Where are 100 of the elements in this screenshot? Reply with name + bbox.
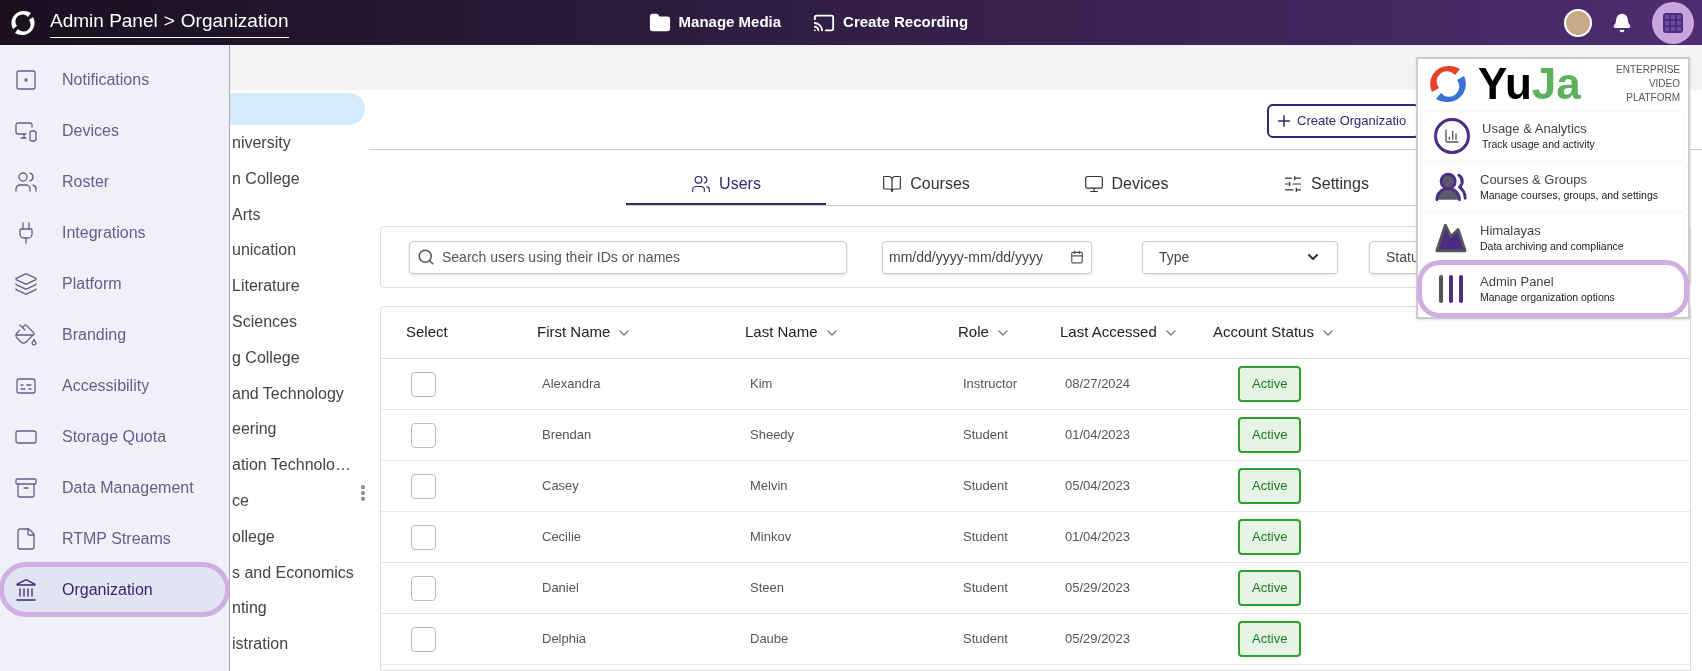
folder-icon [648,11,671,34]
tab[interactable]: Courses [826,165,1026,205]
calendar-icon [1070,249,1084,264]
row-checkbox[interactable] [411,626,436,652]
breadcrumb-link[interactable]: > [163,6,175,36]
menu-item-title: Courses & Groups [1480,172,1588,188]
menu-item-subtitle: Manage organization options [1480,290,1615,304]
tree-item[interactable]: niversity [230,125,369,161]
tree-item[interactable]: ollege [230,518,369,555]
layers-icon [14,271,38,296]
column-header[interactable]: Role [958,321,1060,344]
bell-icon[interactable] [1612,12,1632,33]
breadcrumb-link[interactable]: Organization [180,6,289,36]
table-cell-text: Brendan [542,426,593,445]
column-header[interactable]: First Name [537,321,745,344]
table-cell-text: Delphia [542,630,588,649]
table-cell-text: Student [963,426,1009,445]
sidebar-item[interactable]: Platform [4,261,225,306]
table-cell-text: Alexandra [542,375,602,394]
table-cell-text: Minkov [750,528,793,547]
sidebar-item[interactable]: Branding [4,312,225,357]
tree-item[interactable]: istration [230,626,369,662]
menu-item-title: Himalayas [1480,223,1542,239]
tree-item[interactable]: Literature [230,268,369,304]
column-header[interactable]: Last Name [745,321,958,344]
sidebar-item[interactable]: Integrations [4,210,225,255]
tree-item[interactable]: eering [230,411,369,448]
file-icon [14,526,38,551]
row-checkbox[interactable] [411,371,436,397]
top-action-button[interactable]: Create Recording [813,11,969,34]
tree-item[interactable]: nting [230,590,369,627]
search-field[interactable]: Search users using their IDs or names [409,240,847,274]
archive-icon [14,475,38,500]
tree-item[interactable]: g College [230,339,369,376]
mountain-icon [1434,221,1468,255]
top-action-button[interactable]: Manage Media [648,11,782,34]
row-checkbox[interactable] [411,473,436,499]
column-header[interactable]: Select [406,321,537,344]
table-cell-text: Steen [750,579,785,598]
people-icon [1434,170,1468,204]
app-menu-item[interactable]: Usage & Analytics Track usage and activity [1422,112,1684,160]
app-menu-item[interactable]: Himalayas Data archiving and compliance [1422,214,1684,262]
sidebar-item[interactable]: Notifications [4,57,225,102]
tree-item[interactable]: and Technology [230,375,369,412]
book-icon [882,174,903,194]
table-cell-text: 05/29/2023 [1065,630,1132,649]
menu-item-title: Admin Panel [1480,274,1555,290]
app-menu-item[interactable]: Courses & Groups Manage courses, groups, and settings [1422,163,1684,211]
row-checkbox[interactable] [411,422,436,448]
status-badge: Active [1238,468,1302,504]
plus-icon [1275,112,1293,130]
table-cell-text: Daube [750,630,790,649]
menu-item-title: Usage & Analytics [1482,121,1588,137]
column-header[interactable]: Last Accessed [1060,321,1213,344]
tree-item[interactable]: unication [230,232,369,269]
column-header[interactable]: Account Status [1213,321,1690,344]
tab[interactable]: Devices [1026,165,1226,205]
menu-item-subtitle: Track usage and activity [1482,137,1595,151]
table-cell-text: Melvin [750,477,789,496]
analytics-icon [1434,118,1470,154]
menu-item-subtitle: Manage courses, groups, and settings [1480,188,1659,202]
avatar[interactable] [1564,8,1592,37]
table-cell-text: 08/27/2024 [1065,375,1132,394]
tree-item[interactable]: s and Economics [230,554,369,591]
sidebar-item[interactable]: Data Management [4,465,225,510]
menu-item-subtitle: Data archiving and compliance [1480,239,1624,253]
search-icon [417,247,435,266]
monitor-icon [1083,174,1104,194]
table-cell-text: Instructor [963,375,1019,394]
date-field[interactable]: mm/dd/yyyy-mm/dd/yyyy [882,240,1092,274]
table-cell-text: Student [963,579,1009,598]
sidebar-item[interactable]: Storage Quota [4,414,225,459]
sliders-icon [1283,174,1304,194]
sidebar-item[interactable]: Roster [4,159,225,204]
table-cell-text: Cecilie [542,528,582,547]
table-cell-text: Kim [750,375,774,394]
grid-icon [1661,10,1685,35]
breadcrumb-link[interactable]: Admin Panel [50,6,158,36]
sidebar-item[interactable]: Devices [4,108,225,153]
tab[interactable]: Users [626,165,826,205]
tree-item[interactable]: Sciences [230,304,369,340]
status-badge: Active [1238,621,1302,657]
paint-bucket-icon [14,322,38,347]
tagline-text: VIDEO [1648,77,1680,91]
people-icon [691,174,712,194]
tree-item[interactable]: n College [230,160,369,197]
tree-item[interactable]: ation Technolo… [230,447,369,483]
sidebar-item[interactable]: RTMP Streams [4,516,225,561]
type-select[interactable]: Type [1142,240,1338,274]
table-cell-text: Student [963,528,1009,547]
table-cell-text: 05/04/2023 [1065,477,1132,496]
table-cell-text: 05/29/2023 [1065,579,1132,598]
sidebar-item[interactable]: Accessibility [4,363,225,408]
table-cell-text: Daniel [542,579,580,598]
tagline-text: PLATFORM [1626,91,1680,105]
row-checkbox[interactable] [411,524,436,550]
tree-item[interactable]: ce [230,482,369,519]
apps-button[interactable] [1652,1,1694,44]
row-checkbox[interactable] [411,575,436,601]
tree-item[interactable]: Arts [230,196,369,233]
